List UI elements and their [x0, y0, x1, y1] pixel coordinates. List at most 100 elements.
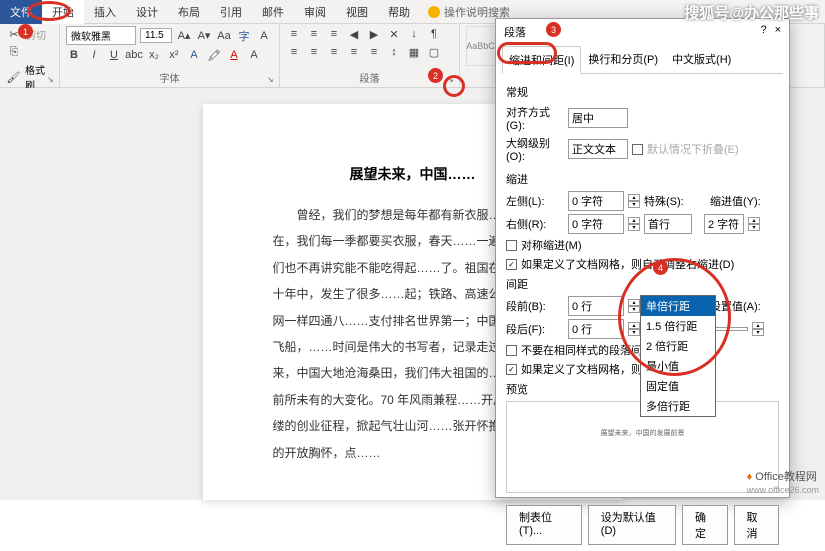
spin-down-icon[interactable]: ▾	[628, 306, 640, 313]
italic-icon[interactable]: I	[86, 47, 102, 63]
clipboard-launcher-icon[interactable]: ↘	[47, 75, 57, 85]
paragraph-launcher-icon[interactable]: ↘	[447, 75, 457, 85]
mirror-checkbox[interactable]	[506, 240, 517, 251]
auto-adjust-checkbox[interactable]: ✓	[506, 259, 517, 270]
multilevel-icon[interactable]: ≡	[326, 26, 342, 42]
fold-checkbox[interactable]	[632, 144, 643, 155]
tabs-button[interactable]: 制表位(T)...	[506, 505, 582, 545]
tab-help[interactable]: 帮助	[378, 0, 420, 24]
spin-down-icon[interactable]: ▾	[628, 329, 640, 336]
spin-down-icon[interactable]: ▾	[752, 329, 764, 336]
text-effect-icon[interactable]: A	[186, 47, 202, 63]
change-case-icon[interactable]: Aa	[216, 28, 232, 44]
dialog-help-icon[interactable]: ?	[760, 24, 766, 40]
fold-label: 默认情况下折叠(E)	[647, 141, 739, 157]
bold-icon[interactable]: B	[66, 47, 82, 63]
asian-layout-icon[interactable]: ✕	[386, 26, 402, 42]
highlight-icon[interactable]: 🖍	[206, 47, 222, 63]
align-label: 对齐方式(G):	[506, 104, 564, 132]
after-input[interactable]: 0 行	[568, 319, 624, 339]
borders-icon[interactable]: ▢	[426, 44, 442, 60]
tab-insert[interactable]: 插入	[84, 0, 126, 24]
copy-icon[interactable]: ⎘	[6, 44, 22, 60]
spin-up-icon[interactable]: ▴	[748, 217, 760, 224]
left-indent-label: 左侧(L):	[506, 193, 564, 209]
char-border-icon[interactable]: A	[246, 47, 262, 63]
increase-indent-icon[interactable]: ▶	[366, 26, 382, 42]
font-name-select[interactable]: 微软雅黑	[66, 26, 136, 45]
decrease-indent-icon[interactable]: ◀	[346, 26, 362, 42]
dropdown-option[interactable]: 2 倍行距	[641, 336, 715, 356]
by-label: 缩进值(Y):	[710, 193, 761, 209]
annotation-badge-1: 1	[18, 24, 33, 39]
spin-up-icon[interactable]: ▴	[628, 299, 640, 306]
watermark-bottom: ♦ Office教程网 www.office26.com	[747, 468, 819, 496]
font-launcher-icon[interactable]: ↘	[267, 75, 277, 85]
dialog-title: 段落	[504, 24, 526, 40]
enclose-icon[interactable]: A	[256, 28, 272, 44]
font-color-icon[interactable]: A	[226, 47, 242, 63]
dropdown-option[interactable]: 1.5 倍行距	[641, 316, 715, 336]
distribute-icon[interactable]: ≡	[366, 44, 382, 60]
strike-icon[interactable]: abc	[126, 47, 142, 63]
tab-view[interactable]: 视图	[336, 0, 378, 24]
dropdown-option[interactable]: 单倍行距	[641, 296, 715, 316]
spin-up-icon[interactable]: ▴	[628, 322, 640, 329]
dropdown-option[interactable]: 固定值	[641, 376, 715, 396]
tab-file[interactable]: 文件	[0, 0, 42, 24]
tab-layout[interactable]: 布局	[168, 0, 210, 24]
subscript-icon[interactable]: x₂	[146, 47, 162, 63]
align-center-icon[interactable]: ≡	[306, 44, 322, 60]
left-indent-input[interactable]: 0 字符	[568, 191, 624, 211]
align-select[interactable]: 居中	[568, 108, 628, 128]
numbering-icon[interactable]: ≡	[306, 26, 322, 42]
tab-review[interactable]: 审阅	[294, 0, 336, 24]
snap-grid-checkbox[interactable]: ✓	[506, 364, 517, 375]
tab-home[interactable]: 开始	[42, 0, 84, 24]
dlg-tab-asian[interactable]: 中文版式(H)	[665, 45, 738, 73]
align-right-icon[interactable]: ≡	[326, 44, 342, 60]
align-left-icon[interactable]: ≡	[286, 44, 302, 60]
justify-icon[interactable]: ≡	[346, 44, 362, 60]
shrink-font-icon[interactable]: A▾	[196, 28, 212, 44]
format-painter-icon[interactable]: 🖌	[6, 69, 21, 85]
shading-icon[interactable]: ▦	[406, 44, 422, 60]
special-select[interactable]: 首行	[644, 214, 692, 234]
show-marks-icon[interactable]: ¶	[426, 26, 442, 42]
tab-mailings[interactable]: 邮件	[252, 0, 294, 24]
no-same-style-checkbox[interactable]	[506, 345, 517, 356]
outline-select[interactable]: 正文文本	[568, 139, 628, 159]
spin-down-icon[interactable]: ▾	[628, 201, 640, 208]
dlg-tab-indent[interactable]: 缩进和间距(I)	[502, 46, 581, 74]
grow-font-icon[interactable]: A▴	[176, 28, 192, 44]
before-input[interactable]: 0 行	[568, 296, 624, 316]
by-input[interactable]: 2 字符	[704, 214, 744, 234]
bullets-icon[interactable]: ≡	[286, 26, 302, 42]
sort-icon[interactable]: ↓	[406, 26, 422, 42]
spin-up-icon[interactable]: ▴	[628, 194, 640, 201]
outline-label: 大纲级别(O):	[506, 135, 564, 163]
ok-button[interactable]: 确定	[682, 505, 727, 545]
dropdown-option[interactable]: 多倍行距	[641, 396, 715, 416]
dialog-close-icon[interactable]: ×	[775, 24, 781, 40]
default-button[interactable]: 设为默认值(D)	[588, 505, 676, 545]
before-label: 段前(B):	[506, 298, 564, 314]
spin-down-icon[interactable]: ▾	[628, 224, 640, 231]
line-spacing-dropdown: 单倍行距 1.5 倍行距 2 倍行距 最小值 固定值 多倍行距	[640, 295, 716, 417]
tab-references[interactable]: 引用	[210, 0, 252, 24]
cancel-button[interactable]: 取消	[734, 505, 779, 545]
phonetic-icon[interactable]: 字	[236, 28, 252, 44]
dropdown-option[interactable]: 最小值	[641, 356, 715, 376]
superscript-icon[interactable]: x²	[166, 47, 182, 63]
line-spacing-icon[interactable]: ↕	[386, 44, 402, 60]
annotation-badge-4: 4	[653, 260, 668, 275]
spin-down-icon[interactable]: ▾	[748, 224, 760, 231]
dlg-tab-page[interactable]: 换行和分页(P)	[581, 45, 665, 73]
right-indent-input[interactable]: 0 字符	[568, 214, 624, 234]
font-size-select[interactable]: 11.5	[140, 28, 172, 43]
underline-icon[interactable]: U	[106, 47, 122, 63]
spin-up-icon[interactable]: ▴	[628, 217, 640, 224]
tab-design[interactable]: 设计	[126, 0, 168, 24]
spin-up-icon[interactable]: ▴	[752, 322, 764, 329]
mirror-label: 对称缩进(M)	[521, 237, 582, 253]
